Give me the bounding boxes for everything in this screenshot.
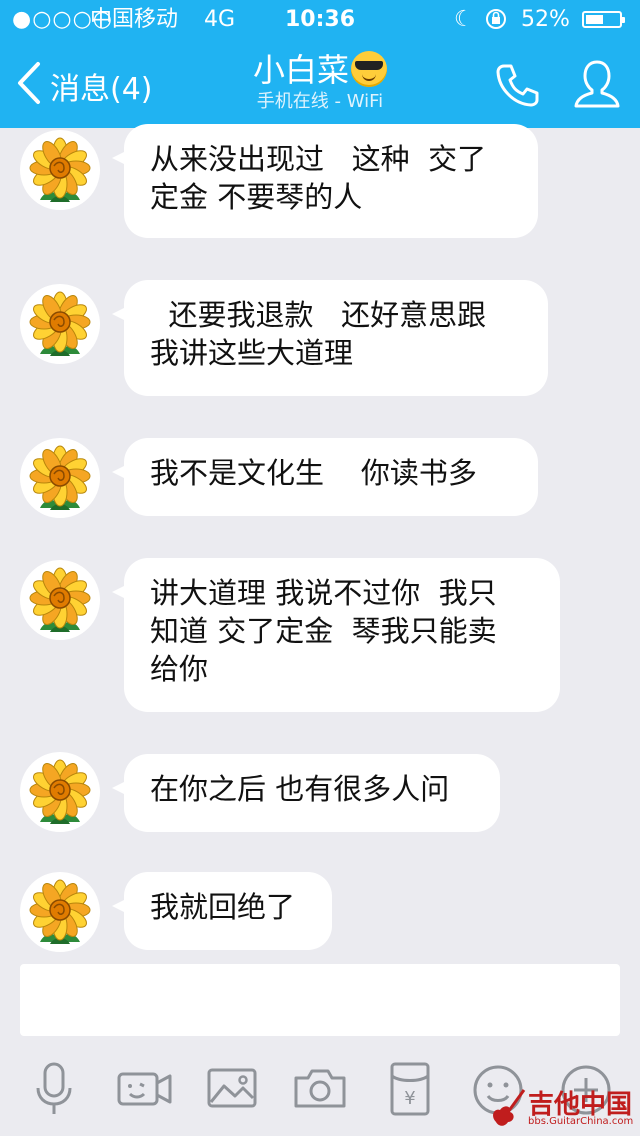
- avatar[interactable]: [20, 284, 100, 364]
- message-bubble[interactable]: 还要我退款 还好意思跟 我讲这些大道理: [112, 280, 548, 396]
- avatar[interactable]: [20, 752, 100, 832]
- message-bubble[interactable]: 我就回绝了: [112, 872, 332, 950]
- sunflower-avatar-icon: [29, 567, 91, 632]
- red-packet-symbol: ¥: [404, 1088, 415, 1109]
- status-bar: ●○○○○ 中国移动 4G 10:36 ☾ 52%: [0, 0, 640, 40]
- sunflower-avatar-icon: [29, 445, 91, 510]
- message-bubble[interactable]: 我不是文化生 你读书多: [112, 438, 538, 516]
- message-bubble[interactable]: 讲大道理 我说不过你 我只 知道 交了定金 琴我只能卖 给你: [112, 558, 560, 712]
- image-icon[interactable]: [202, 1058, 262, 1118]
- avatar[interactable]: [20, 438, 100, 518]
- sunflower-avatar-icon: [29, 879, 91, 944]
- camera-icon[interactable]: [290, 1058, 350, 1118]
- microphone-icon[interactable]: [24, 1058, 84, 1118]
- chevron-left-icon: [18, 62, 40, 104]
- battery-icon: [582, 11, 625, 28]
- sunflower-avatar-icon: [29, 291, 91, 356]
- chat-title[interactable]: 小白菜 手机在线 - WiFi: [180, 50, 460, 114]
- sunflower-avatar-icon: [29, 759, 91, 824]
- phone-icon: [496, 64, 539, 107]
- back-label: 消息(4): [50, 72, 153, 107]
- rotation-lock-icon: [484, 0, 508, 40]
- watermark: 吉他中国 bbs.GuitarChina.com: [488, 1084, 638, 1134]
- do-not-disturb-icon: ☾: [454, 7, 474, 32]
- battery-percent: 52%: [521, 7, 570, 32]
- avatar[interactable]: [20, 130, 100, 210]
- contact-name: 小白菜: [252, 51, 349, 89]
- sunflower-avatar-icon: [29, 137, 91, 202]
- person-icon: [574, 60, 620, 108]
- profile-button[interactable]: [570, 58, 624, 112]
- avatar[interactable]: [20, 560, 100, 640]
- message-bubble[interactable]: 在你之后 也有很多人问: [112, 754, 500, 832]
- red-packet-icon[interactable]: ¥: [380, 1058, 440, 1118]
- message-bubble[interactable]: 从来没出现过 这种 交了 定金 不要琴的人: [112, 124, 538, 238]
- avatar[interactable]: [20, 872, 100, 952]
- contact-status: 手机在线 - WiFi: [256, 91, 384, 112]
- top-bar: ●○○○○ 中国移动 4G 10:36 ☾ 52% 消息(4) 小白菜 手机在线…: [0, 0, 640, 128]
- video-icon[interactable]: [114, 1058, 174, 1118]
- watermark-url: bbs.GuitarChina.com: [528, 1116, 634, 1127]
- call-button[interactable]: [492, 60, 542, 110]
- message-input[interactable]: [20, 964, 620, 1036]
- sunglasses-emoji-icon: [351, 51, 387, 87]
- guitar-logo-icon: [493, 1089, 526, 1126]
